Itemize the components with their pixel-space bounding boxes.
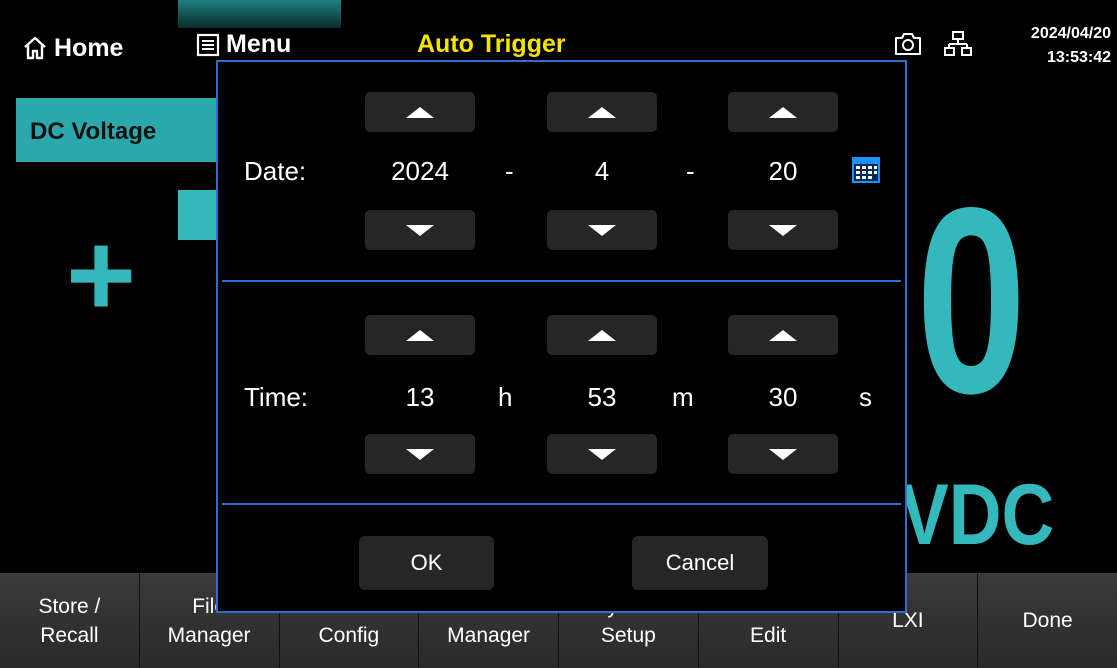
year-down-button[interactable] (365, 210, 475, 250)
date-label: Date: (244, 156, 307, 186)
arrow-down-icon (769, 448, 797, 460)
home-icon (24, 36, 46, 60)
measurement-mode-label[interactable]: DC Voltage (16, 98, 228, 162)
minute-field[interactable]: 53 (547, 382, 657, 413)
arrow-down-icon (406, 224, 434, 236)
softkey-done[interactable]: Done (978, 573, 1117, 668)
hour-unit: h (498, 382, 513, 412)
second-down-button[interactable] (728, 434, 838, 474)
second-unit: s (859, 382, 872, 412)
menu-active-indicator (178, 0, 341, 28)
month-down-button[interactable] (547, 210, 657, 250)
second-up-button[interactable] (728, 315, 838, 355)
cancel-button[interactable]: Cancel (632, 536, 768, 590)
hour-up-button[interactable] (365, 315, 475, 355)
arrow-down-icon (588, 448, 616, 460)
hour-field[interactable]: 13 (365, 382, 475, 413)
clock-date: 2024/04/20 (1030, 25, 1111, 42)
time-label: Time: (244, 382, 309, 412)
minute-unit: m (672, 382, 694, 412)
hour-down-button[interactable] (365, 434, 475, 474)
trigger-mode-label[interactable]: Auto Trigger (417, 30, 566, 59)
arrow-up-icon (769, 329, 797, 341)
minute-up-button[interactable] (547, 315, 657, 355)
arrow-up-icon (406, 106, 434, 118)
arrow-down-icon (406, 448, 434, 460)
softkey-store-recall[interactable]: Store / Recall (0, 573, 140, 668)
dialog-divider (222, 503, 901, 505)
list-icon (196, 33, 220, 56)
arrow-up-icon (406, 329, 434, 341)
camera-icon[interactable] (894, 31, 922, 57)
arrow-down-icon (588, 224, 616, 236)
home-button[interactable]: Home (22, 28, 123, 68)
clock-time: 13:53:42 (1046, 49, 1111, 66)
calendar-icon[interactable] (851, 156, 881, 184)
reading-unit: VDC (900, 467, 1055, 563)
home-label: Home (54, 33, 124, 62)
day-down-button[interactable] (728, 210, 838, 250)
month-up-button[interactable] (547, 92, 657, 132)
month-field[interactable]: 4 (547, 156, 657, 187)
reading-last-digit: 0 (916, 153, 1027, 449)
arrow-down-icon (769, 224, 797, 236)
arrow-up-icon (588, 106, 616, 118)
date-separator: - (686, 156, 695, 186)
date-separator: - (505, 156, 514, 186)
day-up-button[interactable] (728, 92, 838, 132)
date-time-dialog: Date: 2024 - 4 - 20 Time: 13 h 53 m 30 s… (216, 60, 907, 613)
year-up-button[interactable] (365, 92, 475, 132)
arrow-up-icon (588, 329, 616, 341)
dialog-divider (222, 280, 901, 282)
reading-sign: + (66, 208, 137, 342)
second-field[interactable]: 30 (728, 382, 838, 413)
minute-down-button[interactable] (547, 434, 657, 474)
arrow-up-icon (769, 106, 797, 118)
year-field[interactable]: 2024 (365, 156, 475, 187)
menu-label: Menu (226, 30, 292, 58)
ok-button[interactable]: OK (359, 536, 494, 590)
lan-icon (944, 31, 972, 56)
day-field[interactable]: 20 (728, 156, 838, 187)
system-clock: 2024/04/20 13:53:42 (1031, 22, 1111, 70)
